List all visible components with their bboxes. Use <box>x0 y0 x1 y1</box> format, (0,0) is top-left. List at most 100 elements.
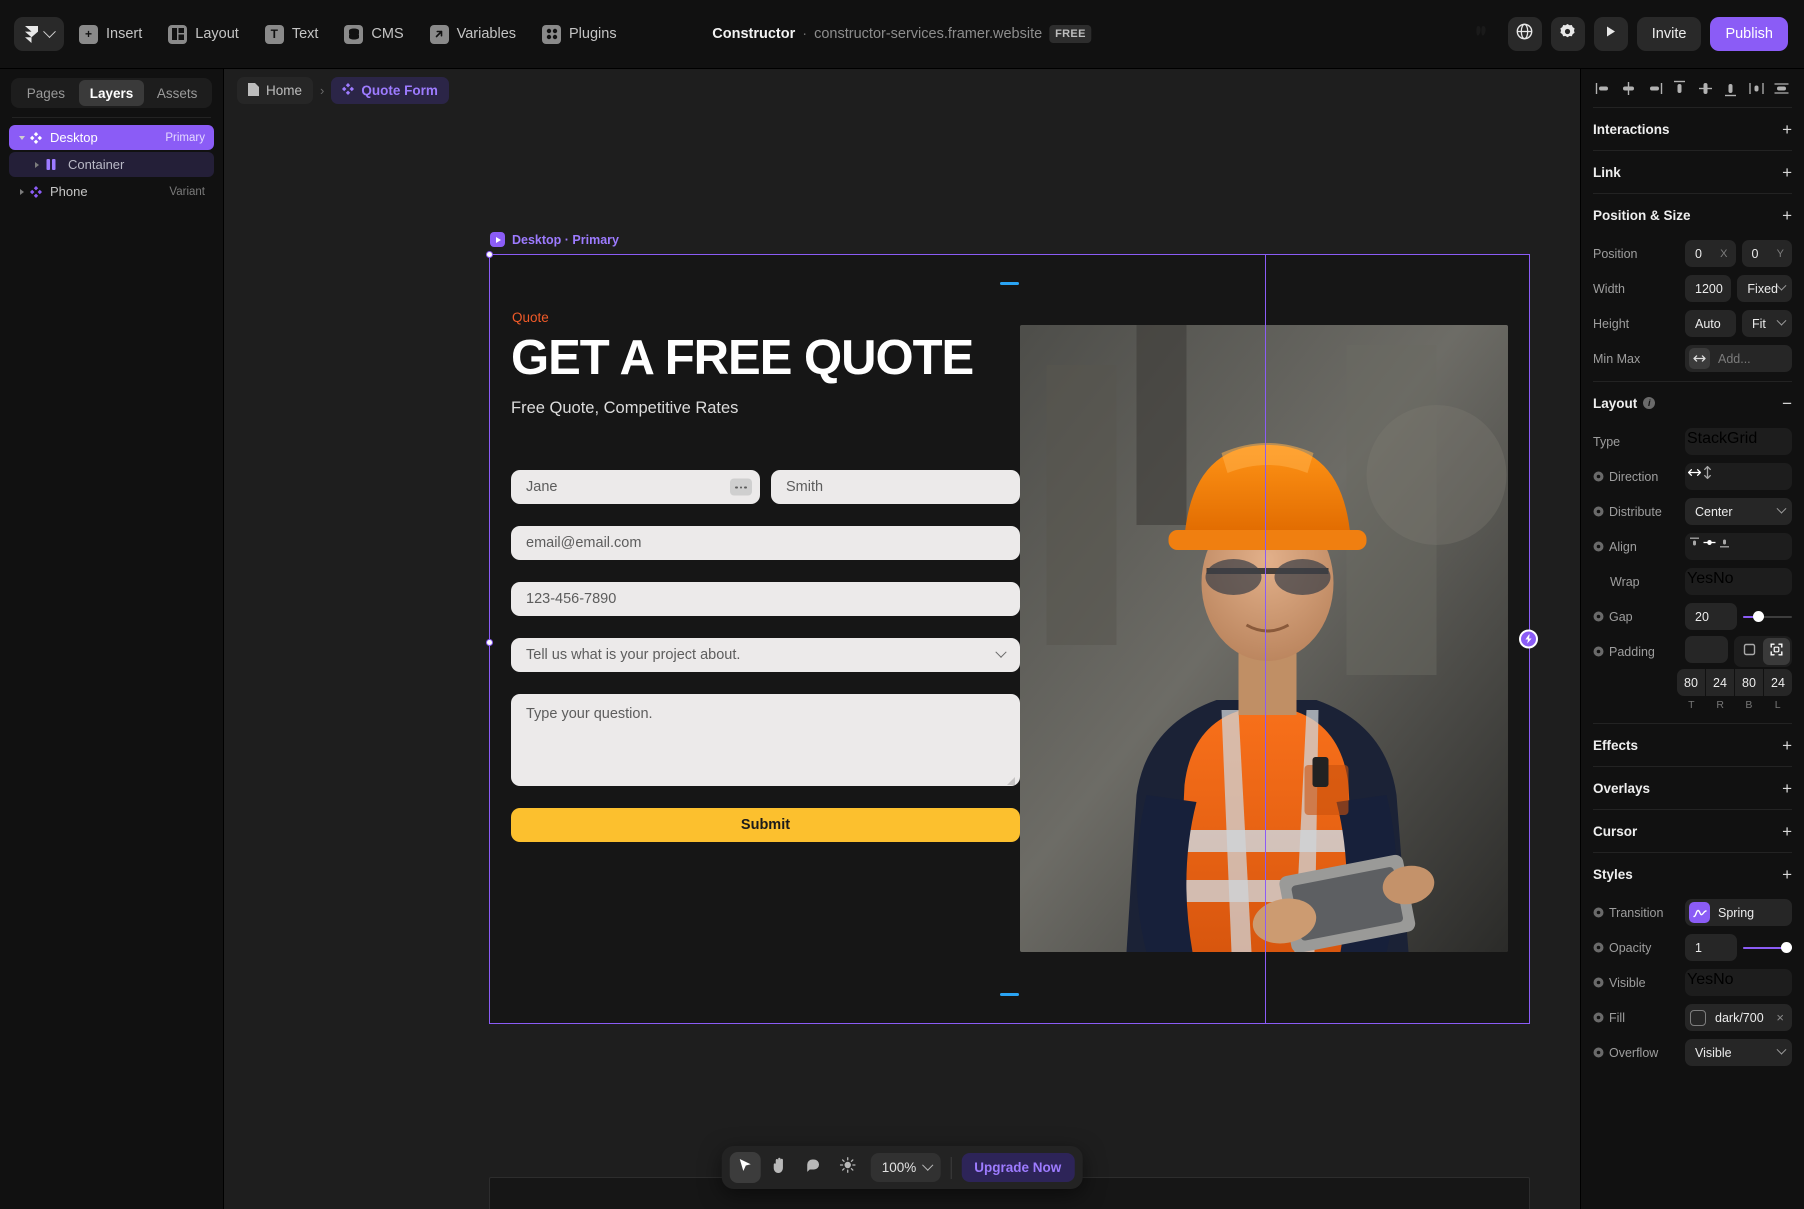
project-type-select[interactable]: Tell us what is your project about. <box>511 638 1020 673</box>
breadcrumb-home[interactable]: Home <box>237 77 314 104</box>
align-center-button[interactable] <box>1702 535 1717 558</box>
layout-type-stack[interactable]: Stack <box>1687 430 1727 453</box>
menu-layout[interactable]: Layout <box>157 17 250 51</box>
opacity-input[interactable]: 1 <box>1685 934 1737 961</box>
invite-button[interactable]: Invite <box>1636 17 1702 51</box>
select-tool[interactable] <box>729 1152 761 1183</box>
section-effects[interactable]: Effects + <box>1581 724 1804 766</box>
direction-vertical-button[interactable] <box>1702 465 1713 488</box>
menu-cms[interactable]: CMS <box>333 17 414 51</box>
question-textarea[interactable]: Type your question. <box>511 694 1020 787</box>
align-start-button[interactable] <box>1687 535 1702 558</box>
width-input[interactable]: 1200 <box>1685 275 1732 302</box>
framer-logo-menu-button[interactable] <box>14 17 64 51</box>
remove-fill-icon[interactable]: × <box>1776 1010 1784 1025</box>
variable-dot-icon[interactable] <box>1593 942 1604 953</box>
fill-color-swatch[interactable] <box>1690 1009 1706 1026</box>
transition-select[interactable]: Spring <box>1685 899 1792 926</box>
padding-top-input[interactable]: 80 <box>1677 669 1706 696</box>
phone-input[interactable]: 123-456-7890 <box>511 582 1020 617</box>
section-link[interactable]: Link + <box>1581 151 1804 193</box>
position-y-input[interactable]: 0 Y <box>1741 240 1792 267</box>
resize-grip-icon[interactable] <box>1007 773 1015 786</box>
padding-bottom-input[interactable]: 80 <box>1735 669 1764 696</box>
add-effect-button[interactable]: + <box>1782 737 1792 754</box>
layout-type-grid[interactable]: Grid <box>1727 430 1757 453</box>
add-style-button[interactable]: + <box>1782 866 1792 883</box>
add-cursor-button[interactable]: + <box>1782 823 1792 840</box>
selection-handle-left-middle[interactable] <box>486 639 493 646</box>
publish-button[interactable]: Publish <box>1710 17 1788 51</box>
add-overlay-button[interactable]: + <box>1782 780 1792 797</box>
theme-tool[interactable] <box>832 1152 863 1183</box>
artboard-title[interactable]: Desktop · Primary <box>490 232 619 247</box>
comment-tool[interactable] <box>798 1152 829 1183</box>
layer-disclosure-toggle[interactable] <box>15 135 28 141</box>
section-overlays[interactable]: Overlays + <box>1581 767 1804 809</box>
gap-slider[interactable] <box>1743 603 1792 630</box>
section-interactions[interactable]: Interactions + <box>1581 108 1804 150</box>
layer-disclosure-toggle-container[interactable] <box>30 161 43 168</box>
last-name-input[interactable]: Smith <box>771 470 1020 505</box>
align-horizontal-center-icon[interactable] <box>1618 78 1639 99</box>
settings-button[interactable] <box>1550 17 1585 51</box>
opacity-slider-knob[interactable] <box>1781 942 1792 953</box>
add-link-button[interactable]: + <box>1782 164 1792 181</box>
visible-yes-button[interactable]: Yes <box>1687 971 1713 994</box>
wrap-no-button[interactable]: No <box>1713 570 1733 593</box>
variable-dot-icon[interactable] <box>1593 611 1604 622</box>
distribute-horizontal-icon[interactable] <box>1746 78 1767 99</box>
height-mode-select[interactable]: Fit <box>1742 310 1792 337</box>
height-input[interactable]: Auto <box>1685 310 1736 337</box>
align-end-button[interactable] <box>1717 535 1732 558</box>
variable-dot-icon[interactable] <box>1593 1012 1604 1023</box>
breadcrumb-quote-form[interactable]: Quote Form <box>331 77 449 104</box>
padding-left-input[interactable]: 24 <box>1764 669 1792 696</box>
construction-worker-photo[interactable] <box>1020 325 1508 952</box>
padding-all-sides-button[interactable] <box>1736 638 1763 665</box>
first-name-input[interactable]: Jane <box>511 470 760 505</box>
info-icon[interactable]: i <box>1643 397 1656 409</box>
align-vertical-center-icon[interactable] <box>1695 78 1716 99</box>
submit-button[interactable]: Submit <box>511 808 1020 843</box>
tab-layers[interactable]: Layers <box>78 80 145 106</box>
layer-row-phone[interactable]: Phone Variant <box>9 179 214 204</box>
padding-all-input[interactable] <box>1685 636 1728 663</box>
menu-insert[interactable]: + Insert <box>68 17 153 51</box>
position-x-input[interactable]: 0 X <box>1685 240 1736 267</box>
hand-tool[interactable] <box>764 1152 795 1183</box>
direction-horizontal-button[interactable] <box>1687 465 1702 488</box>
canvas-area[interactable]: Home › Quote Form Desktop · Primary Quot <box>224 69 1580 1209</box>
padding-right-input[interactable]: 24 <box>1706 669 1735 696</box>
tab-assets[interactable]: Assets <box>144 80 210 106</box>
add-position-button[interactable]: + <box>1782 207 1792 224</box>
menu-variables[interactable]: Variables <box>419 17 527 51</box>
section-position-size[interactable]: Position & Size + <box>1581 194 1804 236</box>
variable-dot-icon[interactable] <box>1593 506 1604 517</box>
distribute-select[interactable]: Center <box>1685 498 1792 525</box>
opacity-slider[interactable] <box>1743 934 1792 961</box>
variable-dot-icon[interactable] <box>1593 471 1604 482</box>
fill-input[interactable]: dark/700 × <box>1685 1004 1792 1031</box>
more-options-icon[interactable] <box>730 478 752 496</box>
section-styles[interactable]: Styles + <box>1581 853 1804 895</box>
menu-text[interactable]: T Text <box>254 17 330 51</box>
overflow-select[interactable]: Visible <box>1685 1039 1792 1066</box>
align-right-icon[interactable] <box>1644 78 1665 99</box>
padding-per-side-button[interactable] <box>1763 638 1790 665</box>
layer-row-desktop[interactable]: Desktop Primary <box>9 125 214 150</box>
wrap-yes-button[interactable]: Yes <box>1687 570 1713 593</box>
menu-plugins[interactable]: Plugins <box>531 17 628 51</box>
distribute-vertical-icon[interactable] <box>1771 78 1792 99</box>
variable-dot-icon[interactable] <box>1593 907 1604 918</box>
layout-direction-badge[interactable] <box>1519 629 1538 649</box>
gap-slider-knob[interactable] <box>1752 611 1764 622</box>
project-title-area[interactable]: Constructor · constructor-services.frame… <box>712 25 1092 43</box>
section-cursor[interactable]: Cursor + <box>1581 810 1804 852</box>
selection-handle-top-left[interactable] <box>486 251 493 258</box>
layer-row-container[interactable]: Container <box>9 152 214 177</box>
preview-button[interactable] <box>1593 17 1628 51</box>
variable-dot-icon[interactable] <box>1593 1047 1604 1058</box>
tab-pages[interactable]: Pages <box>13 80 79 106</box>
section-layout[interactable]: Layout i − <box>1581 382 1804 424</box>
